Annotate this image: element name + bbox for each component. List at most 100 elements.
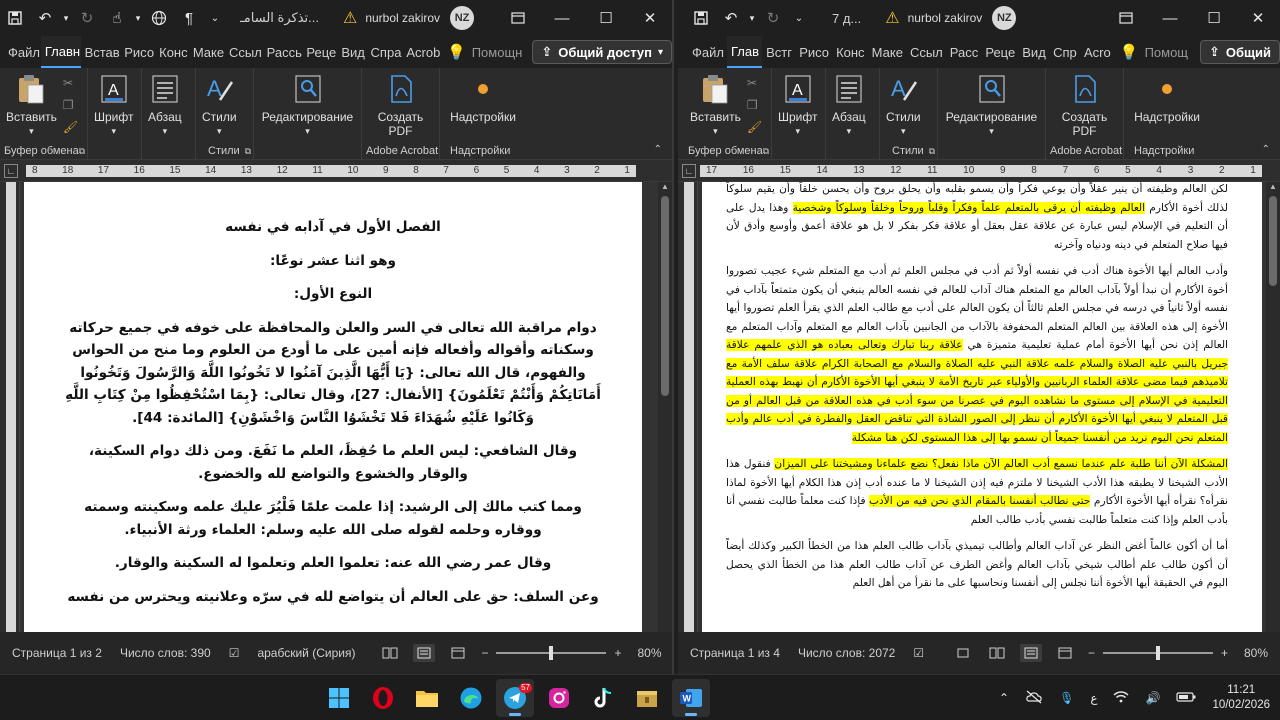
wifi-icon[interactable] bbox=[1113, 690, 1129, 706]
share-button[interactable]: ⇪ Общий bbox=[1200, 40, 1280, 64]
copy-icon[interactable]: ❐ bbox=[63, 98, 78, 112]
styles-button[interactable]: A Стили ▾ bbox=[880, 72, 927, 138]
tell-me-search[interactable]: Помощн bbox=[472, 45, 523, 60]
tab-design[interactable]: Конс bbox=[155, 36, 189, 68]
tab-view[interactable]: Вид bbox=[337, 36, 366, 68]
document-page[interactable]: الفصل الأول في آدابه في نفسه وهو اثنا عش… bbox=[24, 182, 642, 632]
tab-mailings[interactable]: Рассь bbox=[263, 36, 303, 68]
vertical-ruler[interactable] bbox=[0, 182, 20, 632]
touch-dropdown-icon[interactable]: ▾ bbox=[132, 0, 144, 36]
page-count[interactable]: Страница 1 из 2 bbox=[12, 646, 102, 660]
editing-button[interactable]: Редактирование ▾ bbox=[254, 72, 361, 138]
vertical-ruler[interactable] bbox=[678, 182, 698, 632]
redo-icon[interactable]: ↻ bbox=[72, 0, 102, 36]
warning-icon[interactable]: ⚠ bbox=[885, 8, 899, 28]
tab-file[interactable]: Файл bbox=[4, 36, 41, 68]
tab-help[interactable]: Спра bbox=[367, 36, 403, 68]
lightbulb-icon[interactable]: 💡 bbox=[1120, 43, 1139, 61]
keyboard-language[interactable]: ع bbox=[1090, 691, 1097, 705]
web-layout-icon[interactable] bbox=[447, 644, 469, 662]
scroll-thumb[interactable] bbox=[1269, 196, 1277, 286]
scroll-up-icon[interactable]: ▲ bbox=[1269, 182, 1277, 191]
tab-insert[interactable]: Встг bbox=[762, 36, 795, 68]
document-text[interactable]: الفصل الأول في آدابه في نفسه وهو اثنا عش… bbox=[24, 182, 642, 608]
cut-icon[interactable]: ✂ bbox=[747, 76, 762, 90]
tab-insert[interactable]: Встав bbox=[81, 36, 121, 68]
redo-icon[interactable]: ↻ bbox=[758, 0, 788, 36]
ribbon-display-options-icon[interactable] bbox=[496, 0, 540, 36]
web-layout-icon[interactable] bbox=[1054, 644, 1076, 662]
read-mode-icon[interactable] bbox=[379, 644, 401, 662]
avatar[interactable]: NZ bbox=[992, 6, 1017, 30]
undo-icon[interactable]: ↶ bbox=[716, 0, 746, 36]
lightbulb-icon[interactable]: 💡 bbox=[447, 43, 466, 61]
tab-acrobat[interactable]: Acrob bbox=[402, 36, 441, 68]
tab-home[interactable]: Глав bbox=[726, 36, 763, 68]
dialog-launcher-icon[interactable]: ⧉ bbox=[79, 146, 85, 157]
touch-mode-icon[interactable]: ☝ bbox=[102, 0, 132, 36]
windows-start-icon[interactable] bbox=[320, 679, 358, 717]
paste-button[interactable]: Вставить ▾ bbox=[684, 72, 747, 138]
onedrive-offline-icon[interactable] bbox=[1025, 690, 1043, 707]
editing-button[interactable]: Редактирование ▾ bbox=[938, 72, 1045, 138]
telegram-icon[interactable]: 57 bbox=[496, 679, 534, 717]
proofing-icon[interactable]: ☑ bbox=[229, 646, 240, 660]
print-layout-icon[interactable] bbox=[1019, 644, 1042, 662]
word-count[interactable]: Число слов: 2072 bbox=[798, 646, 895, 660]
document-area[interactable]: لكن العالم وظيفته أن ينير عقلاً وأن يوعي… bbox=[678, 182, 1280, 632]
warning-icon[interactable]: ⚠ bbox=[343, 8, 357, 28]
cut-icon[interactable]: ✂ bbox=[63, 76, 78, 90]
tell-me-search[interactable]: Помощ bbox=[1145, 45, 1188, 60]
read-mode-icon[interactable] bbox=[986, 644, 1008, 662]
tab-review[interactable]: Реце bbox=[302, 36, 337, 68]
collapse-ribbon-icon[interactable]: ⌃ bbox=[654, 144, 662, 155]
format-painter-icon[interactable]: 🖌 bbox=[63, 120, 78, 134]
zoom-slider[interactable] bbox=[1102, 646, 1213, 660]
word-window-left[interactable]: ↶ ▾ ↻ ☝ ▾ ¶ ⌄ تذكرة السامـ... ⚠ nurbol z… bbox=[0, 0, 674, 674]
close-icon[interactable]: ✕ bbox=[628, 0, 672, 36]
tab-layout[interactable]: Маке bbox=[189, 36, 225, 68]
clock[interactable]: 11:21 10/02/2026 bbox=[1212, 683, 1270, 713]
horizontal-ruler[interactable]: ∟ 8 18 17 16 15 14 13 12 11 10 9 8 7 6 5… bbox=[0, 160, 672, 182]
archive-app-icon[interactable] bbox=[628, 679, 666, 717]
tab-design[interactable]: Конс bbox=[832, 36, 868, 68]
paragraph-button[interactable]: Абзац ▾ bbox=[826, 72, 872, 138]
create-pdf-button[interactable]: Создать PDF bbox=[1046, 72, 1123, 138]
addins-button[interactable]: Надстройки bbox=[440, 72, 526, 124]
word-count[interactable]: Число слов: 390 bbox=[120, 646, 211, 660]
zoom-slider[interactable] bbox=[496, 646, 607, 660]
scroll-up-icon[interactable]: ▲ bbox=[661, 182, 669, 191]
maximize-icon[interactable]: ☐ bbox=[1192, 0, 1236, 36]
undo-icon[interactable]: ↶ bbox=[30, 0, 60, 36]
paragraph-direction-icon[interactable]: ¶ bbox=[174, 0, 204, 36]
zoom-knob[interactable] bbox=[1155, 646, 1160, 660]
font-button[interactable]: A Шрифт ▾ bbox=[772, 72, 823, 138]
tab-references[interactable]: Ссыл bbox=[225, 36, 263, 68]
show-hidden-icons-icon[interactable]: ⌃ bbox=[999, 691, 1009, 705]
tab-layout[interactable]: Маке bbox=[868, 36, 906, 68]
dialog-launcher-icon[interactable]: ⧉ bbox=[763, 146, 769, 157]
zoom-level[interactable]: 80% bbox=[637, 646, 661, 660]
collapse-ribbon-icon[interactable]: ⌃ bbox=[1262, 144, 1270, 155]
proofing-icon[interactable]: ☑ bbox=[913, 646, 924, 660]
tab-view[interactable]: Вид bbox=[1018, 36, 1049, 68]
horizontal-ruler[interactable]: ∟ 17 16 15 14 13 12 11 10 9 8 7 6 5 4 3 … bbox=[678, 160, 1280, 182]
print-layout-icon[interactable] bbox=[413, 644, 436, 662]
language-globe-icon[interactable] bbox=[144, 0, 174, 36]
maximize-icon[interactable]: ☐ bbox=[584, 0, 628, 36]
minimize-icon[interactable]: — bbox=[540, 0, 584, 36]
word-window-right[interactable]: ↶ ▾ ↻ ⌄ 7 д... ⚠ nurbol zakirov NZ — ☐ ✕… bbox=[678, 0, 1280, 674]
tab-help[interactable]: Спр bbox=[1049, 36, 1080, 68]
opera-icon[interactable] bbox=[364, 679, 402, 717]
tab-review[interactable]: Реце bbox=[981, 36, 1018, 68]
focus-mode-icon[interactable] bbox=[952, 644, 974, 662]
edge-icon[interactable] bbox=[452, 679, 490, 717]
tab-draw[interactable]: Рисо bbox=[795, 36, 832, 68]
save-icon[interactable] bbox=[0, 0, 30, 36]
tab-file[interactable]: Файл bbox=[688, 36, 727, 68]
zoom-level[interactable]: 80% bbox=[1244, 646, 1268, 660]
tab-home[interactable]: Главн bbox=[40, 36, 81, 68]
tiktok-icon[interactable] bbox=[584, 679, 622, 717]
tab-draw[interactable]: Рисо bbox=[120, 36, 155, 68]
customize-toolbar-icon[interactable]: ⌄ bbox=[204, 0, 226, 36]
